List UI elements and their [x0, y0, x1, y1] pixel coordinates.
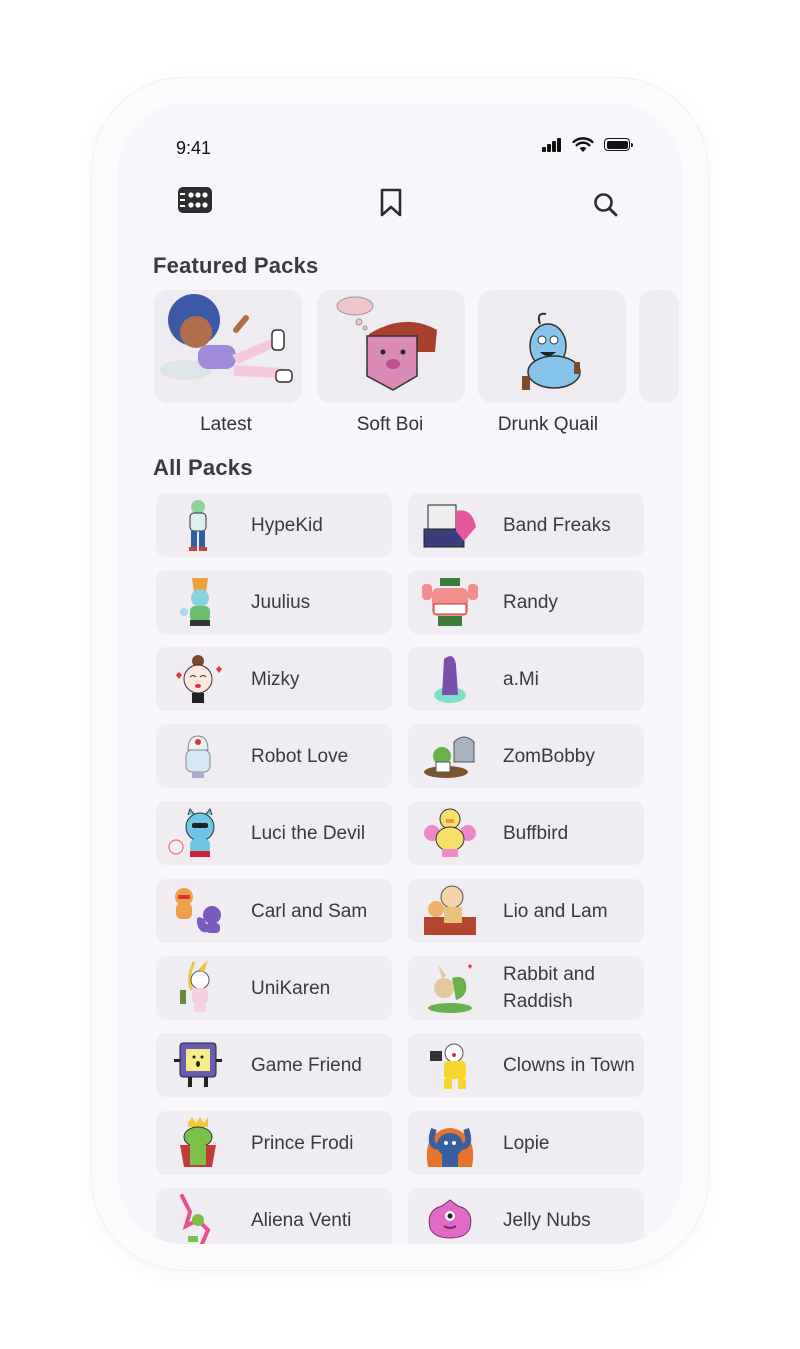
- pack-carl-and-sam[interactable]: Carl and Sam: [156, 879, 392, 943]
- featured-packs-title: Featured Packs: [153, 253, 319, 278]
- pack-name: Aliena Venti: [251, 1209, 352, 1231]
- pack-lio-and-lam[interactable]: Lio and Lam: [408, 879, 644, 943]
- pack-name: Lio and Lam: [503, 900, 608, 922]
- search-icon[interactable]: [593, 192, 619, 218]
- featured-card-next[interactable]: [639, 290, 679, 403]
- carl-and-sam-sticker-art: [175, 888, 221, 933]
- robot-love-sticker-art: [185, 735, 211, 778]
- pack-hypekid[interactable]: HypeKid: [156, 493, 392, 557]
- pack-name: Mizky: [251, 668, 300, 690]
- pack-name: a.Mi: [503, 668, 539, 690]
- rabbit-and-raddish-sticker-art: [428, 964, 472, 1013]
- drunk-quail-sticker-art: [522, 312, 581, 390]
- buffbird-sticker-art: [424, 808, 476, 857]
- pack-buffbird[interactable]: Buffbird: [408, 801, 644, 865]
- pack-prince-frodi[interactable]: Prince Frodi: [156, 1111, 392, 1175]
- pack-name: Band Freaks: [503, 514, 611, 536]
- lopie-sticker-art: [426, 1127, 474, 1167]
- band-freaks-sticker-art: [423, 504, 476, 548]
- pack-luci-the-devil[interactable]: Luci the Devil: [156, 801, 392, 865]
- clowns-in-town-sticker-art: [430, 1043, 466, 1089]
- pack-name: Clowns in Town: [503, 1054, 635, 1076]
- pack-game-friend[interactable]: Game Friend: [156, 1033, 392, 1097]
- featured-card-drunk-quail[interactable]: [478, 290, 626, 403]
- wifi-icon: [572, 137, 594, 152]
- mizky-sticker-art: [176, 655, 222, 703]
- featured-label-latest: Latest: [200, 414, 252, 435]
- unikaren-sticker-art: [180, 960, 210, 1012]
- soft-boi-sticker-art: [336, 296, 437, 391]
- pack-jelly-nubs[interactable]: Jelly Nubs: [408, 1188, 644, 1244]
- jelly-nubs-sticker-art: [428, 1199, 472, 1239]
- pack-name: ZomBobby: [503, 745, 595, 767]
- pack-name: Rabbit and Raddish: [503, 964, 595, 1012]
- pack-lopie[interactable]: Lopie: [408, 1111, 644, 1175]
- pack-name: Jelly Nubs: [503, 1209, 591, 1231]
- battery-icon: [604, 138, 633, 151]
- pack-name: UniKaren: [251, 977, 331, 999]
- pack-name: Luci the Devil: [251, 822, 366, 844]
- all-packs-title: All Packs: [153, 455, 253, 480]
- luci-the-devil-sticker-art: [168, 807, 215, 857]
- pack-juulius[interactable]: Juulius: [156, 570, 392, 634]
- pack-name: Robot Love: [251, 745, 349, 767]
- pack-robot-love[interactable]: Robot Love: [156, 724, 392, 788]
- status-time: 9:41: [176, 138, 212, 158]
- pack-randy[interactable]: Randy: [408, 570, 644, 634]
- pack-name: Prince Frodi: [251, 1132, 354, 1154]
- juulius-sticker-art: [180, 578, 210, 626]
- pack-name: Juulius: [251, 591, 311, 613]
- latest-sticker-art: [160, 294, 293, 383]
- featured-label-soft-boi: Soft Boi: [356, 414, 424, 435]
- featured-card-soft-boi[interactable]: [317, 290, 465, 403]
- pack-name: Carl and Sam: [251, 900, 368, 922]
- aliena-venti-sticker-art: [180, 1194, 211, 1244]
- lio-and-lam-sticker-art: [424, 885, 476, 935]
- pack-name: HypeKid: [251, 514, 323, 536]
- pack-aliena-venti[interactable]: Aliena Venti: [156, 1188, 392, 1244]
- pack-name: Randy: [503, 591, 558, 613]
- pack-unikaren[interactable]: UniKaren: [156, 956, 392, 1020]
- featured-label-drunk-quail: Drunk Quail: [497, 414, 599, 435]
- prince-frodi-sticker-art: [180, 1117, 216, 1167]
- grid-menu-icon[interactable]: [178, 184, 214, 216]
- pack-mizky[interactable]: Mizky: [156, 647, 392, 711]
- pack-zombobby[interactable]: ZomBobby: [408, 724, 644, 788]
- a-mi-sticker-art: [434, 656, 466, 703]
- pack-name: Lopie: [503, 1132, 550, 1154]
- bookmark-icon[interactable]: [380, 188, 402, 218]
- hypekid-sticker-art: [189, 500, 207, 551]
- pack-rabbit-and-raddish[interactable]: Rabbit and Raddish: [408, 956, 644, 1020]
- featured-card-latest[interactable]: [154, 290, 302, 403]
- pack-name: Buffbird: [503, 822, 569, 844]
- pack-a-mi[interactable]: a.Mi: [408, 647, 644, 711]
- zombobby-sticker-art: [424, 736, 475, 778]
- phone-screen: 9:41 Featured Packs Latest Soft Boi Drun…: [118, 104, 682, 1244]
- pack-clowns-in-town[interactable]: Clowns in Town: [408, 1033, 644, 1097]
- randy-sticker-art: [422, 578, 478, 626]
- pack-name: Game Friend: [251, 1054, 362, 1076]
- game-friend-sticker-art: [174, 1042, 222, 1087]
- pack-band-freaks[interactable]: Band Freaks: [408, 493, 644, 557]
- signal-icon: [542, 138, 562, 152]
